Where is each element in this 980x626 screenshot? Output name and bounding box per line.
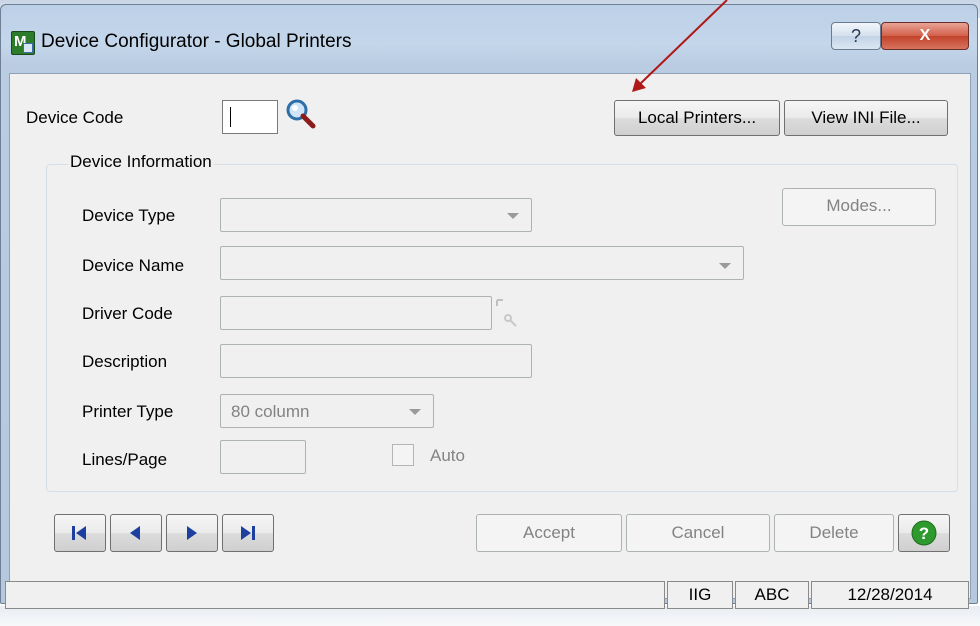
last-record-button[interactable] — [222, 514, 274, 552]
cancel-button[interactable]: Cancel — [626, 514, 770, 552]
previous-record-button[interactable] — [110, 514, 162, 552]
device-type-combo[interactable] — [220, 198, 532, 232]
device-type-label: Device Type — [82, 206, 176, 225]
help-title-button[interactable]: ? — [831, 22, 881, 50]
previous-record-icon — [130, 526, 140, 540]
printer-type-combo[interactable]: 80 column — [220, 394, 434, 428]
chevron-down-icon — [719, 263, 731, 269]
status-bar: IIG ABC 12/28/2014 — [5, 581, 969, 609]
printer-type-value: 80 column — [231, 402, 310, 421]
status-company-name: ABC — [735, 581, 809, 609]
driver-code-label: Driver Code — [82, 304, 173, 323]
app-icon: M — [11, 31, 35, 55]
chevron-down-icon — [409, 409, 421, 415]
printer-type-label: Printer Type — [82, 402, 174, 421]
device-name-label: Device Name — [82, 256, 185, 275]
local-printers-button[interactable]: Local Printers... — [614, 100, 780, 136]
last-record-icon — [241, 526, 255, 540]
close-button[interactable]: X — [881, 22, 969, 50]
text-caret — [230, 107, 231, 127]
next-record-button[interactable] — [166, 514, 218, 552]
desktop-background-bottom — [0, 606, 980, 626]
search-icon[interactable] — [284, 98, 318, 132]
help-button[interactable]: ? — [898, 514, 950, 552]
lookup-icon[interactable] — [494, 296, 526, 330]
description-label: Description — [82, 352, 168, 371]
auto-checkbox[interactable] — [392, 444, 414, 466]
auto-label: Auto — [430, 446, 465, 465]
next-record-icon — [187, 526, 197, 540]
description-input[interactable] — [220, 344, 532, 378]
view-ini-file-button[interactable]: View INI File... — [784, 100, 948, 136]
delete-button[interactable]: Delete — [774, 514, 894, 552]
svg-text:?: ? — [919, 524, 929, 543]
device-code-label: Device Code — [26, 108, 124, 127]
driver-code-input[interactable] — [220, 296, 492, 330]
status-date: 12/28/2014 — [811, 581, 969, 609]
window-title: Device Configurator - Global Printers — [41, 31, 352, 52]
device-name-combo[interactable] — [220, 246, 744, 280]
device-code-input[interactable] — [222, 100, 278, 134]
modes-button[interactable]: Modes... — [782, 188, 936, 226]
first-record-button[interactable] — [54, 514, 106, 552]
status-company-code: IIG — [667, 581, 733, 609]
title-bar[interactable]: M Device Configurator - Global Printers … — [1, 5, 977, 73]
accept-button[interactable]: Accept — [476, 514, 622, 552]
device-configurator-window: M Device Configurator - Global Printers … — [0, 4, 978, 609]
lines-page-label: Lines/Page — [82, 450, 168, 469]
chevron-down-icon — [507, 213, 519, 219]
first-record-icon — [72, 526, 86, 540]
dialog-client-area: Device Code Local Printers... View INI F… — [9, 73, 971, 599]
lines-page-input[interactable] — [220, 440, 306, 474]
status-message — [5, 581, 665, 609]
help-icon: ? — [911, 520, 937, 546]
device-information-title: Device Information — [68, 152, 214, 172]
